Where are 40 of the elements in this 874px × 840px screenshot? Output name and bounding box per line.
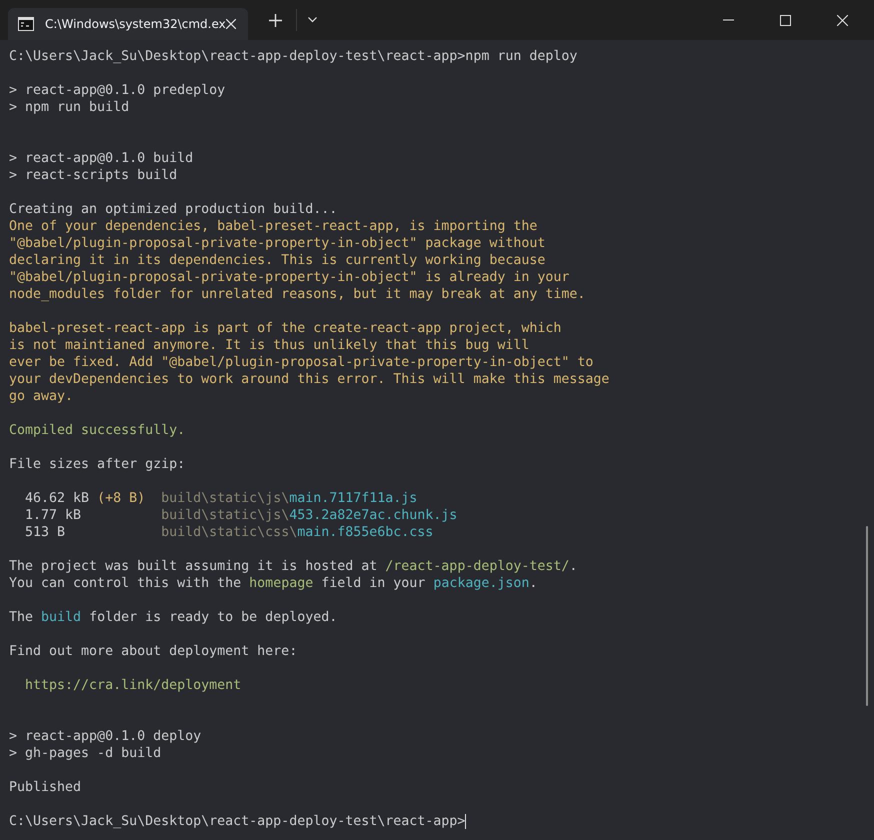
terminal-line: declaring it in its dependencies. This is currently working because (9, 252, 546, 269)
terminal-line: > react-app@0.1.0 deploy (9, 728, 202, 745)
terminal-line: ever be fixed. Add "@babel/plugin-proposal-private-property-in-object" to (9, 354, 594, 371)
tab[interactable]: C:\Windows\system32\cmd.ex (8, 8, 248, 40)
terminal-line: Creating an optimized production build... (9, 201, 338, 218)
terminal-line: "@babel/plugin-proposal-private-property-in-object" is already in your (9, 269, 570, 286)
terminal-line: > react-app@0.1.0 build (9, 150, 194, 167)
terminal-line: The project was built assuming it is hosted at /react-app-deploy-test/. (9, 558, 578, 575)
terminal-line: > npm run build (9, 99, 130, 116)
new-tab-icon[interactable] (269, 14, 282, 26)
terminal-line: your devDependencies to work around this error. This will make this message (9, 371, 610, 388)
minimize-icon[interactable] (723, 19, 734, 21)
terminal-line: The build folder is ready to be deployed. (9, 609, 338, 626)
terminal-line: node_modules folder for unrelated reasons, but it may break at any time. (9, 286, 586, 303)
terminal-line: "@babel/plugin-proposal-private-property-in-object" package without (9, 235, 546, 252)
close-tab-icon[interactable] (226, 19, 236, 29)
command-prompt: C:\Users\Jack_Su\Desktop\react-app-deploy-test\react-app> (9, 813, 466, 830)
terminal-line: > gh-pages -d build (9, 745, 162, 762)
terminal-line: go away. (9, 388, 74, 405)
terminal-line: Find out more about deployment here: (9, 643, 298, 660)
terminal-line: > react-scripts build (9, 167, 178, 184)
terminal-line: One of your dependencies, babel-preset-react-app, is importing the (9, 218, 538, 235)
close-icon[interactable] (837, 14, 848, 26)
terminal-icon (18, 17, 34, 31)
terminal-line: You can control this with the homepage field in your package.json. (9, 575, 538, 592)
terminal-line: Published (9, 779, 82, 796)
terminal-line: https://cra.link/deployment (24, 677, 242, 694)
terminal-line: Compiled successfully. (9, 422, 186, 439)
dropdown-chevron-icon[interactable] (308, 17, 317, 23)
terminal-line: is not maintianed anymore. It is thus unlikely that this bug will (9, 337, 530, 354)
terminal-line: 1.77 kB build\static\js\453.2a82e7ac.chunk.js (24, 507, 458, 524)
terminal-line: 513 B build\static\css\main.f855e6bc.css (24, 524, 434, 541)
terminal-line: 46.62 kB (+8 B) build\static\js\main.7117f11a.js (24, 490, 418, 507)
terminal-line: > react-app@0.1.0 predeploy (9, 82, 226, 99)
text-cursor (465, 814, 466, 829)
terminal-line: File sizes after gzip: (9, 456, 186, 473)
terminal-line: C:\Users\Jack_Su\Desktop\react-app-deploy-test\react-app>npm run deploy (9, 48, 578, 65)
terminal-line: babel-preset-react-app is part of the create-react-app project, which (9, 320, 562, 337)
maximize-icon[interactable] (780, 14, 791, 26)
scrollbar[interactable] (866, 526, 868, 706)
